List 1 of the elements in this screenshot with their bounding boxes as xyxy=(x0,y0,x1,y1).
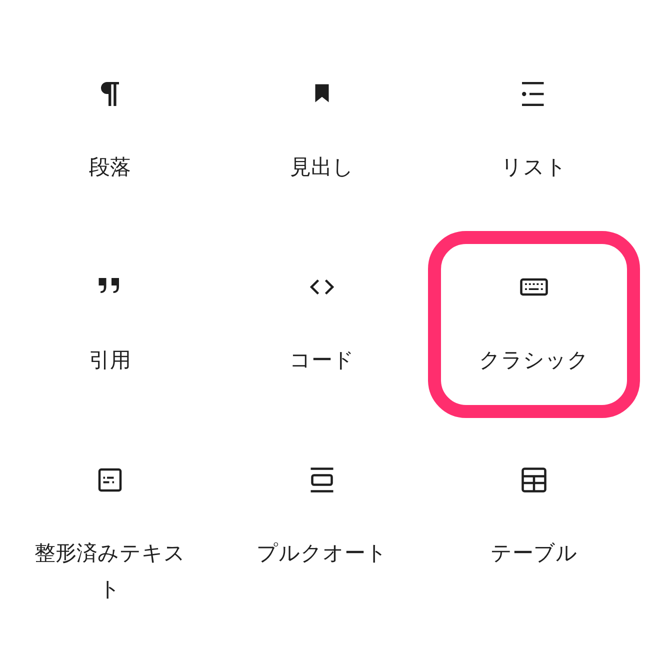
block-button[interactable]: クラシック xyxy=(428,231,640,418)
